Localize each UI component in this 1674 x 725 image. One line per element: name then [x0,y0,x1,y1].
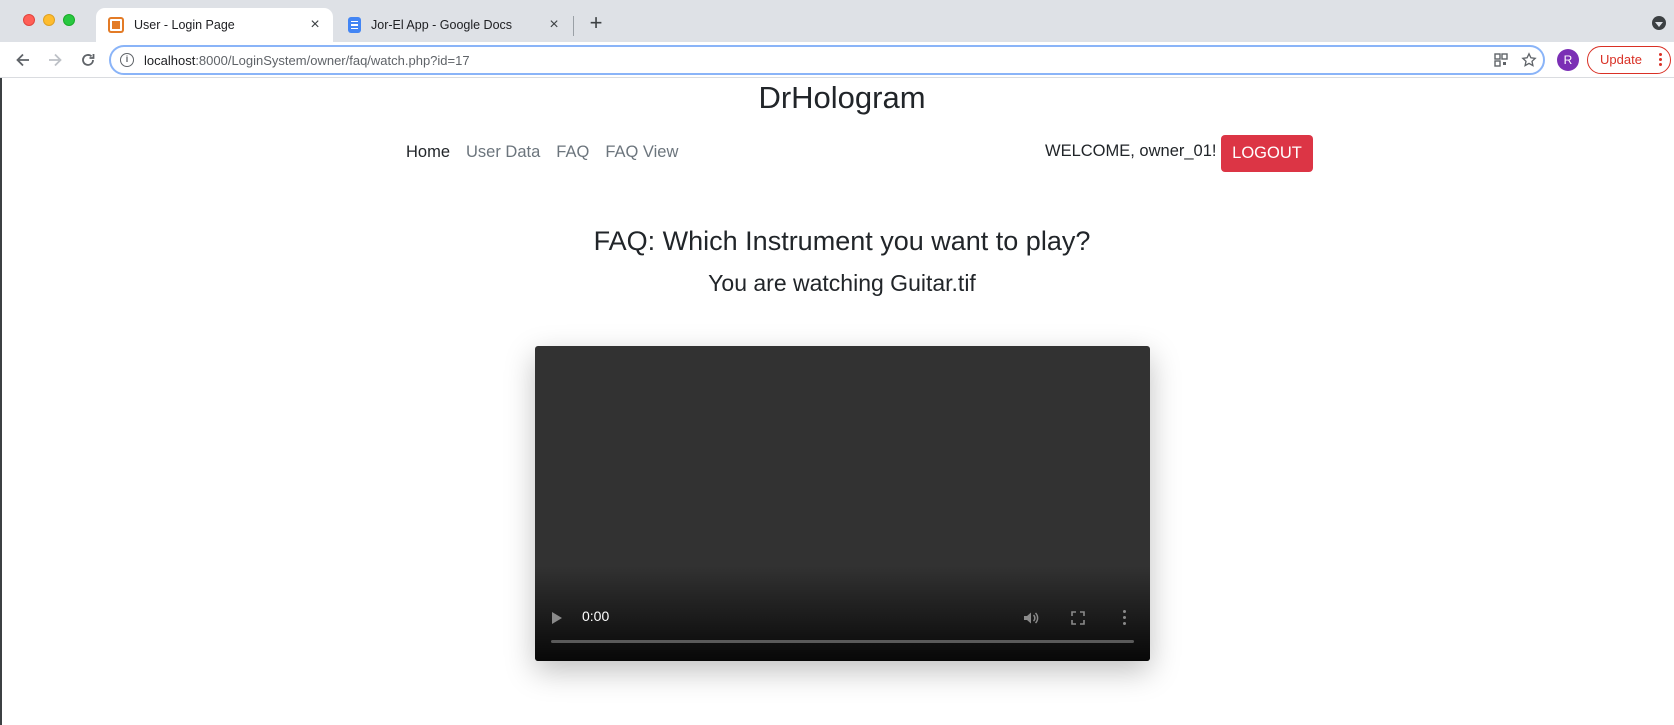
welcome-text: WELCOME, owner_01! - [1045,142,1227,160]
watching-subtitle: You are watching Guitar.tif [708,270,976,296]
tab-google-docs[interactable]: Jor-El App - Google Docs × [336,8,572,42]
tab-title: User - Login Page [134,18,235,32]
web-page: DrHologram Home User Data FAQ FAQ View W… [0,78,1674,725]
close-tab-icon[interactable]: × [546,17,562,33]
update-label: Update [1600,52,1642,67]
volume-icon[interactable] [1022,609,1040,627]
window-edge [0,78,2,725]
tab-separator [573,16,574,36]
nav-home[interactable]: Home [406,143,450,162]
url-host: localhost [144,52,196,68]
new-tab-button[interactable]: + [586,12,606,35]
url-path: :8000/LoginSystem/owner/faq/watch.php?id… [195,52,470,68]
logout-button[interactable]: LOGOUT [1221,135,1313,172]
minimize-window-button[interactable] [43,14,55,26]
more-menu-icon [1659,53,1662,66]
site-brand[interactable]: DrHologram [0,80,1674,116]
login-favicon-icon [108,17,124,33]
profile-avatar[interactable]: R [1557,49,1579,71]
play-icon[interactable] [552,612,562,624]
forward-arrow-icon[interactable] [43,48,67,72]
nav-faq-view[interactable]: FAQ View [605,143,678,162]
fullscreen-icon[interactable] [1071,611,1085,625]
browser-window: User - Login Page × Jor-El App - Google … [0,0,1674,725]
tab-strip: User - Login Page × Jor-El App - Google … [0,0,1674,42]
controls-gradient [535,566,1150,661]
tab-login-page[interactable]: User - Login Page × [96,8,333,42]
reload-icon[interactable] [76,48,100,72]
close-tab-icon[interactable]: × [307,17,323,33]
omnibox-actions [1493,52,1537,73]
url-text[interactable]: localhost:8000/LoginSystem/owner/faq/wat… [144,53,470,68]
close-window-button[interactable] [23,14,35,26]
progress-bar[interactable] [551,640,1134,643]
site-info-icon[interactable]: i [120,53,134,67]
faq-title: FAQ: Which Instrument you want to play? [593,226,1091,256]
browser-toolbar: i localhost:8000/LoginSystem/owner/faq/w… [0,42,1674,78]
more-options-icon[interactable] [1123,610,1126,625]
update-button[interactable]: Update [1587,46,1671,74]
qr-code-icon[interactable] [1493,52,1509,73]
main-nav: Home User Data FAQ FAQ View [406,143,678,162]
maximize-window-button[interactable] [63,14,75,26]
back-arrow-icon[interactable] [11,48,35,72]
address-bar[interactable]: i localhost:8000/LoginSystem/owner/faq/w… [109,45,1545,75]
tab-title: Jor-El App - Google Docs [371,18,513,32]
google-docs-favicon-icon [348,17,361,33]
video-player[interactable]: 0:00 [535,346,1150,661]
bookmark-star-icon[interactable] [1521,52,1537,73]
current-time: 0:00 [582,608,610,624]
tab-search-icon[interactable] [1652,16,1666,30]
nav-faq[interactable]: FAQ [556,143,589,162]
nav-user-data[interactable]: User Data [466,143,540,162]
